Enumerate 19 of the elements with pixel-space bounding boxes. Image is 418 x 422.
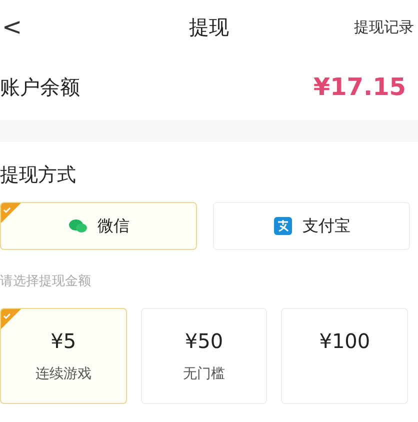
amount-option[interactable]: ¥100 [281,308,408,404]
payment-option[interactable]: 支付宝 [213,202,410,250]
balance-amount: ¥17.15 [313,73,406,101]
amount-value: ¥50 [184,329,224,353]
amount-hint: 请选择提现金额 [0,273,92,291]
history-link[interactable]: 提现记录 [354,18,414,36]
balance-label: 账户余额 [0,74,80,100]
amount-value: ¥5 [50,329,76,353]
payment-option[interactable]: 微信 [0,202,197,250]
back-button[interactable]: < [2,13,22,41]
section-title: 提现方式 [0,163,77,188]
amount-value: ¥100 [319,329,370,353]
payment-app-icon [272,217,292,235]
amount-note: 无门槛 [183,365,225,383]
amount-option[interactable]: ¥50 无门槛 [140,308,268,404]
page-title: 提现 [189,14,229,40]
amount-option[interactable]: ¥5 连续游戏 [0,308,127,404]
chat-bubbles-icon [68,217,88,235]
amount-note: 连续游戏 [35,365,92,383]
